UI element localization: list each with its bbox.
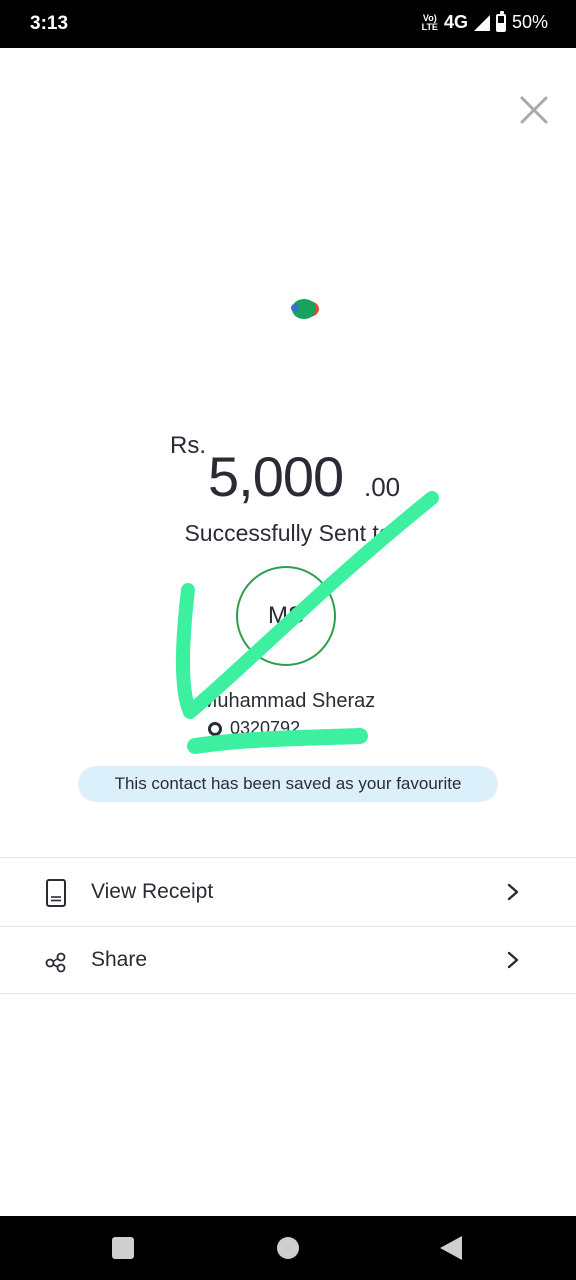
status-time: 3:13	[30, 13, 69, 34]
recipient-number-row: 0320792	[208, 718, 300, 739]
amount-value: 5,000	[208, 445, 344, 508]
view-receipt-label: View Receipt	[91, 880, 214, 903]
status-bar: 3:13 Vo) LTE 4G 50%	[0, 0, 576, 48]
view-receipt-button[interactable]: View Receipt	[0, 860, 576, 926]
receipt-icon	[46, 879, 66, 907]
amount-decimals: .00	[364, 472, 401, 502]
phone-icon	[208, 721, 222, 736]
share-button[interactable]: Share	[0, 928, 576, 994]
home-button[interactable]	[277, 1237, 299, 1259]
status-indicators: Vo) LTE 4G 50%	[421, 10, 548, 33]
share-label: Share	[91, 948, 148, 971]
divider	[0, 926, 576, 927]
recipient-number: 0320792	[230, 718, 301, 738]
favourite-notice: This contact has been saved as your favo…	[78, 766, 498, 802]
avatar-initials: MS	[268, 602, 304, 629]
close-button[interactable]	[516, 92, 552, 128]
battery-percent: 50%	[511, 12, 548, 32]
chevron-right-icon	[507, 951, 519, 969]
battery-icon	[495, 10, 506, 32]
network-type: 4G	[443, 12, 468, 32]
back-button[interactable]	[440, 1236, 462, 1260]
share-icon	[45, 952, 66, 973]
signal-icon	[473, 14, 490, 31]
transfer-success-screen: 3:13 Vo) LTE 4G 50% Rs. 5,000 .00 Succes…	[0, 0, 576, 1280]
recents-button[interactable]	[112, 1237, 134, 1259]
chevron-right-icon	[507, 883, 519, 901]
divider	[0, 993, 576, 994]
currency-label: Rs.	[170, 432, 206, 459]
divider	[0, 857, 576, 858]
status-message: Successfully Sent to	[184, 520, 392, 546]
close-icon	[520, 96, 548, 124]
navigation-bar	[0, 1216, 576, 1280]
app-logo-icon	[291, 299, 319, 319]
volte-icon: Vo) LTE	[421, 12, 438, 32]
recipient-avatar: MS	[236, 566, 336, 666]
recipient-name: Muhammad Sheraz	[200, 690, 376, 712]
